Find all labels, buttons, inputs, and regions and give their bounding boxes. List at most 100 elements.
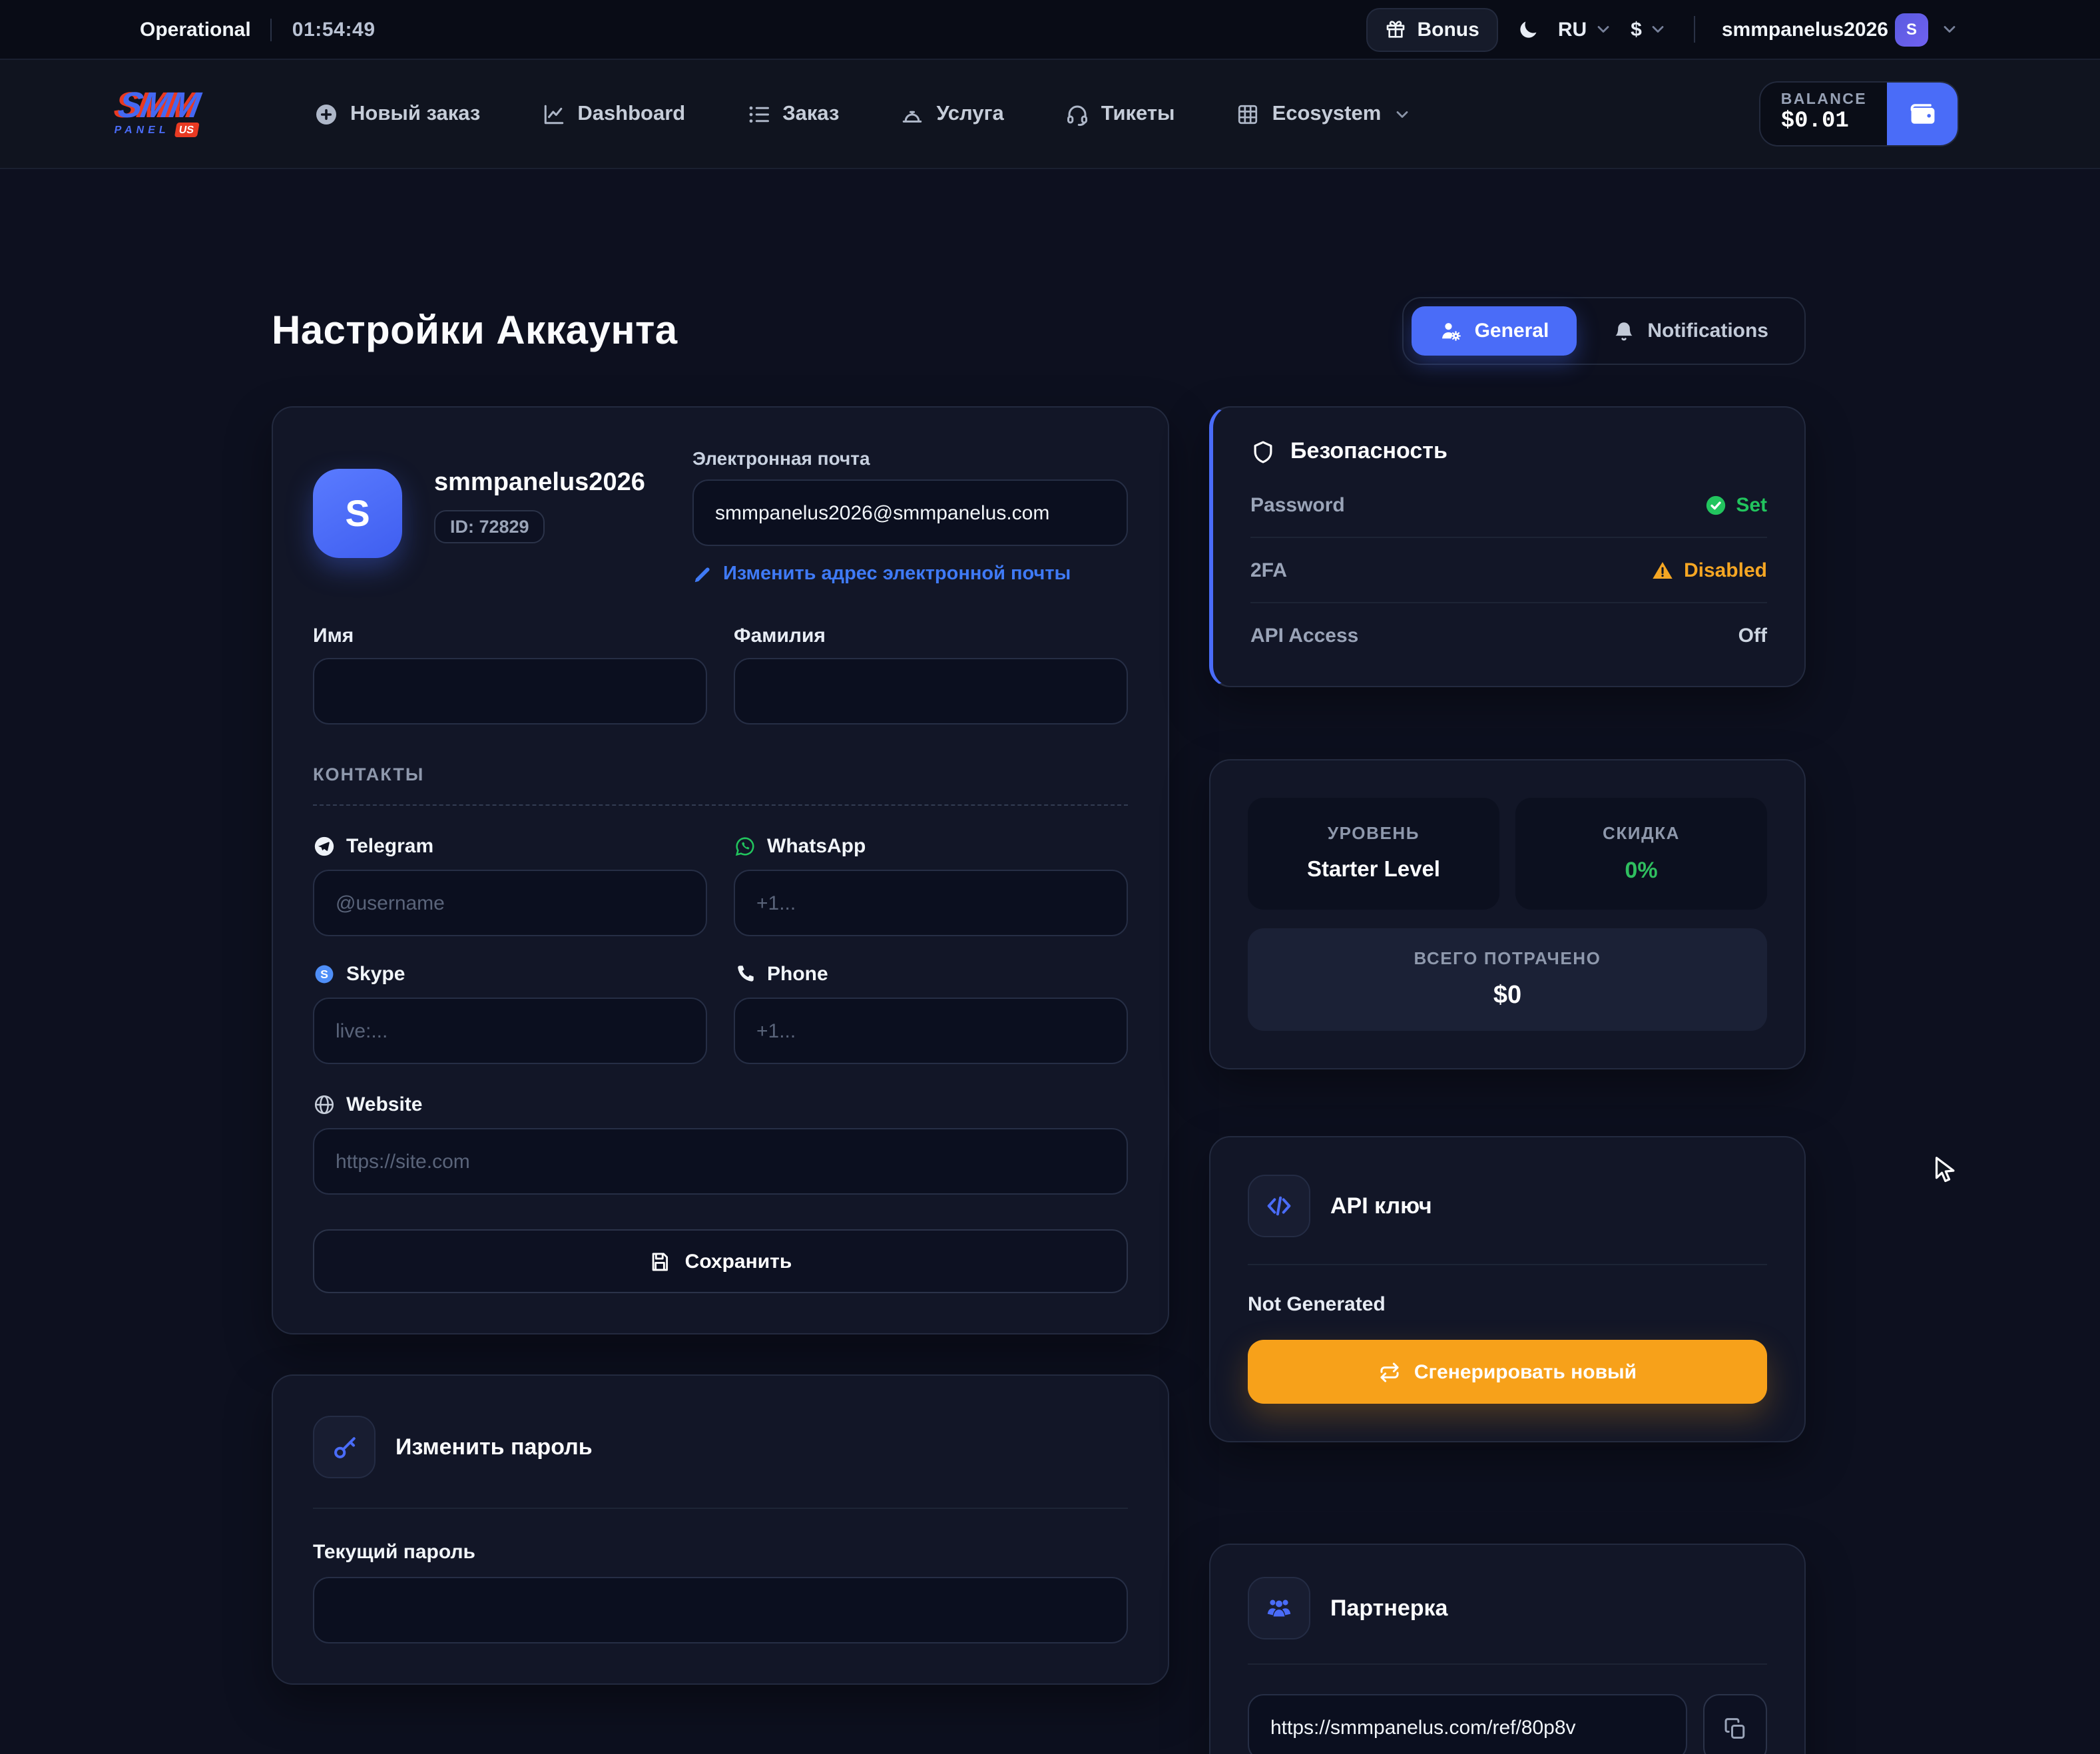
nav-item-tickets[interactable]: Тикеты	[1065, 102, 1175, 126]
user-id-badge: ID: 72829	[434, 510, 545, 543]
level-label: УРОВЕНЬ	[1258, 823, 1489, 843]
nav-item-services[interactable]: Услуга	[900, 102, 1003, 126]
users-icon	[1264, 1593, 1294, 1623]
globe-icon	[313, 1093, 336, 1116]
language-value: RU	[1558, 18, 1587, 41]
nav-item-orders[interactable]: Заказ	[746, 102, 839, 126]
balance-widget[interactable]: BALANCE $0.01	[1760, 81, 1959, 146]
security-row-api-access: API Access Off	[1250, 602, 1767, 667]
status-badge: Set	[1704, 493, 1767, 516]
wallet-icon	[1908, 99, 1937, 129]
balance-info: BALANCE $0.01	[1761, 83, 1887, 145]
grid-icon	[1236, 102, 1260, 126]
language-selector[interactable]: RU	[1558, 18, 1612, 41]
telegram-icon	[313, 835, 336, 858]
total-spent-tile: ВСЕГО ПОТРАЧЕНО $0	[1248, 928, 1767, 1031]
profile-avatar: S	[313, 469, 402, 558]
warning-triangle-icon	[1652, 559, 1675, 581]
change-email-label: Изменить адрес электронной почты	[723, 563, 1071, 585]
balance-label: BALANCE	[1781, 92, 1867, 108]
last-name-field[interactable]	[734, 658, 1128, 725]
telegram-field[interactable]	[313, 870, 707, 936]
tab-label: General	[1475, 320, 1549, 342]
nav-item-label: Новый заказ	[350, 102, 480, 126]
add-funds-button[interactable]	[1887, 83, 1958, 145]
tab-notifications[interactable]: Notifications	[1585, 306, 1796, 356]
balance-value: $0.01	[1781, 109, 1867, 135]
tab-label: Notifications	[1647, 320, 1768, 342]
phone-field[interactable]	[734, 998, 1128, 1064]
email-label: Электронная почта	[692, 447, 1128, 469]
pencil-icon	[692, 564, 712, 584]
logo-us-badge: US	[174, 123, 199, 137]
first-name-field[interactable]	[313, 658, 707, 725]
skype-label: Skype	[346, 963, 405, 986]
avatar: S	[1895, 13, 1928, 46]
security-row-password: Password Set	[1250, 473, 1767, 537]
phone-icon	[734, 963, 756, 986]
discount-value: 0%	[1526, 858, 1756, 884]
profile-card: S smmpanelus2026 ID: 72829 Электронная п…	[272, 406, 1169, 1334]
bell-concierge-icon	[900, 102, 924, 126]
users-icon-tile	[1248, 1577, 1310, 1639]
bonus-button[interactable]: Bonus	[1366, 7, 1497, 51]
list-icon	[746, 102, 770, 126]
nav-item-ecosystem[interactable]: Ecosystem	[1236, 102, 1412, 126]
whatsapp-field[interactable]	[734, 870, 1128, 936]
api-key-status: Not Generated	[1248, 1293, 1767, 1316]
service-status: Operational	[140, 18, 251, 41]
website-field[interactable]	[313, 1128, 1128, 1195]
change-email-link[interactable]: Изменить адрес электронной почты	[692, 563, 1128, 585]
security-card: Безопасность Password Set 2FA Disab	[1209, 406, 1806, 687]
row-label: API Access	[1250, 624, 1358, 647]
status-badge: Disabled	[1652, 559, 1767, 581]
website-label: Website	[346, 1093, 423, 1116]
row-value: Off	[1738, 624, 1767, 647]
generate-api-key-button[interactable]: Сгенерировать новый	[1248, 1340, 1767, 1404]
current-password-field[interactable]	[313, 1577, 1128, 1643]
settings-page: Настройки Аккаунта General Notifications	[0, 297, 2100, 1754]
chart-line-icon	[541, 102, 565, 126]
chevron-down-icon	[1593, 20, 1612, 39]
code-icon	[1264, 1191, 1294, 1221]
nav-item-label: Заказ	[782, 102, 839, 126]
dashed-divider	[313, 804, 1128, 806]
nav-item-label: Услуга	[936, 102, 1003, 126]
bonus-label: Bonus	[1417, 18, 1479, 41]
api-key-title: API ключ	[1330, 1193, 1432, 1219]
currency-value: $	[1631, 18, 1642, 41]
divider	[313, 1508, 1128, 1509]
moon-icon[interactable]	[1517, 18, 1539, 41]
generate-label: Сгенерировать новый	[1414, 1360, 1637, 1383]
key-icon-tile	[313, 1416, 376, 1478]
code-icon-tile	[1248, 1175, 1310, 1237]
discount-label: СКИДКА	[1526, 823, 1756, 843]
total-spent-label: ВСЕГО ПОТРАЧЕНО	[1258, 948, 1756, 968]
account-menu[interactable]: smmpanelus2026 S	[1722, 13, 1959, 46]
save-button[interactable]: Сохранить	[313, 1229, 1128, 1293]
email-field[interactable]	[692, 479, 1128, 546]
whatsapp-icon	[734, 835, 756, 858]
skype-icon: S	[313, 963, 336, 986]
security-row-2fa: 2FA Disabled	[1250, 537, 1767, 602]
settings-tabs: General Notifications	[1403, 297, 1806, 365]
tab-general[interactable]: General	[1412, 306, 1577, 356]
copy-referral-button[interactable]	[1703, 1694, 1767, 1754]
security-title: Безопасность	[1290, 438, 1447, 465]
nav-item-dashboard[interactable]: Dashboard	[541, 102, 685, 126]
skype-field[interactable]	[313, 998, 707, 1064]
current-password-label: Текущий пароль	[313, 1541, 1128, 1564]
referral-link-field[interactable]	[1248, 1694, 1687, 1754]
brand-logo[interactable]: SMM PANEL US	[113, 91, 236, 137]
save-label: Сохранить	[685, 1250, 792, 1273]
chevron-down-icon	[1940, 20, 1959, 39]
discount-tile: СКИДКА 0%	[1515, 798, 1767, 910]
chevron-down-icon	[1393, 105, 1412, 123]
row-label: 2FA	[1250, 559, 1287, 581]
currency-selector[interactable]: $	[1631, 18, 1667, 41]
chevron-down-icon	[1649, 20, 1667, 39]
change-password-title: Изменить пароль	[395, 1434, 593, 1460]
nav-item-new-order[interactable]: Новый заказ	[314, 102, 480, 126]
plus-circle-icon	[314, 102, 338, 126]
row-value: Disabled	[1684, 559, 1767, 581]
